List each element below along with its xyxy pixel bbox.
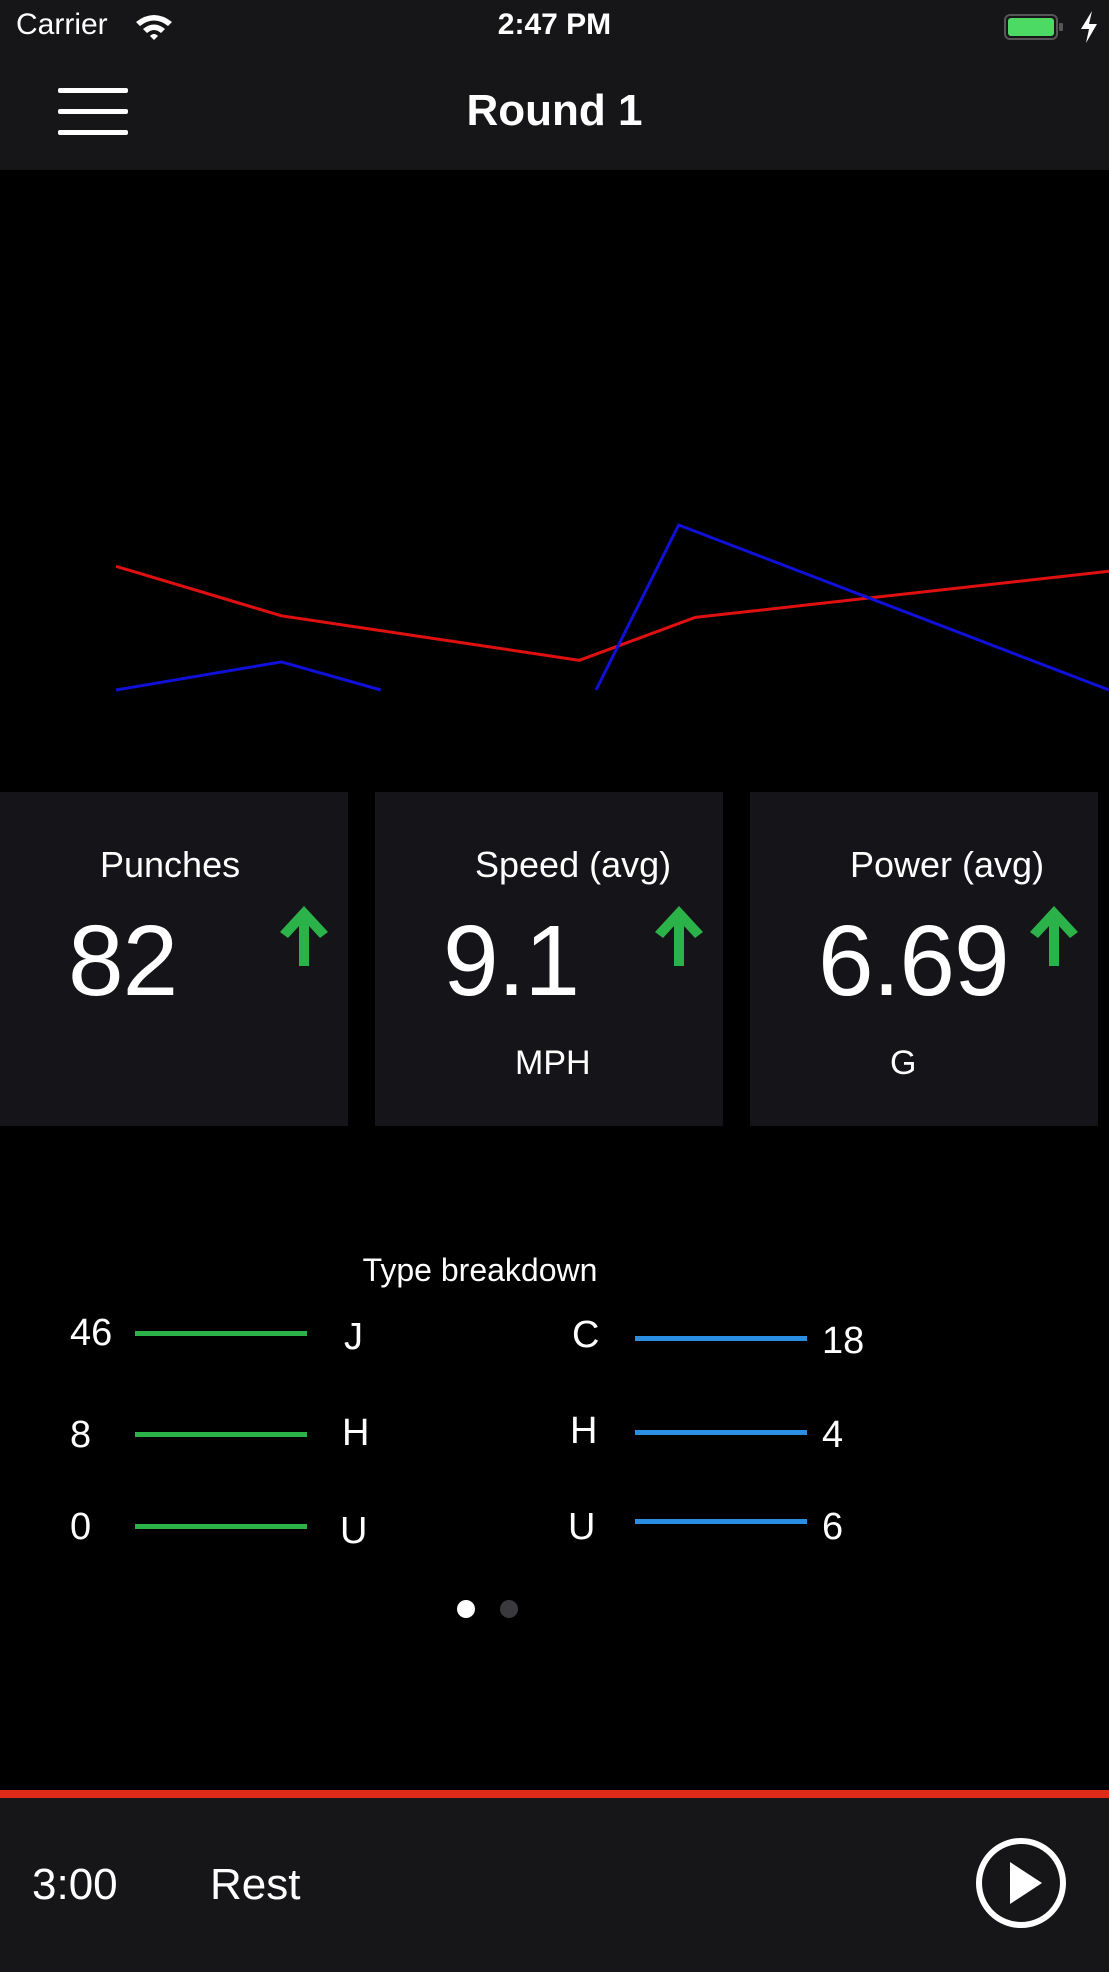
breakdown-right-label: H — [570, 1410, 598, 1452]
charging-bolt-icon — [1081, 11, 1097, 43]
line-chart — [115, 523, 1109, 692]
breakdown-right-count: 18 — [822, 1320, 865, 1362]
bottom-bar: 3:00 Rest — [0, 1798, 1109, 1972]
card-unit: MPH — [515, 1044, 591, 1082]
card-value: 9.1 — [443, 905, 580, 1017]
breakdown-right-bar — [635, 1336, 807, 1341]
timer-label: 3:00 — [32, 1860, 118, 1909]
breakdown-left-bar — [135, 1331, 307, 1336]
page-title: Round 1 — [466, 86, 643, 135]
breakdown-left-bar — [135, 1432, 307, 1437]
status-bar: Carrier 2:47 PM — [0, 0, 1109, 56]
card-unit: G — [890, 1044, 917, 1082]
breakdown-left-label: U — [340, 1510, 368, 1552]
page-dot-active[interactable] — [457, 1600, 475, 1618]
punches-card: Punches 82 — [0, 792, 348, 1126]
clock: 2:47 PM — [497, 8, 612, 41]
breakdown-right-count: 6 — [822, 1506, 844, 1548]
breakdown-title: Type breakdown — [362, 1252, 598, 1288]
breakdown-left-count: 0 — [70, 1506, 92, 1548]
arrow-up-icon — [655, 906, 703, 966]
page-dot[interactable] — [500, 1600, 518, 1618]
power-card: Power (avg) 6.69 G — [750, 792, 1098, 1126]
breakdown-right-label: U — [568, 1506, 596, 1548]
card-value: 6.69 — [818, 905, 1010, 1017]
arrow-up-icon — [1030, 906, 1078, 966]
breakdown-left-count: 46 — [70, 1312, 113, 1354]
breakdown-left-bar — [135, 1524, 307, 1529]
chart-series-blue-b — [594, 523, 1109, 692]
card-title: Punches — [100, 844, 241, 885]
breakdown-right-count: 4 — [822, 1414, 844, 1456]
card-title: Power (avg) — [850, 844, 1045, 885]
breakdown-left-label: J — [344, 1316, 363, 1358]
battery-icon — [1004, 14, 1063, 40]
chart-series-red — [115, 564, 1109, 662]
card-title: Speed (avg) — [475, 844, 672, 885]
nav-bar: Round 1 — [0, 56, 1109, 170]
rest-label[interactable]: Rest — [210, 1860, 300, 1910]
breakdown-right-label: C — [572, 1314, 600, 1356]
card-value: 82 — [68, 905, 178, 1017]
arrow-up-icon — [280, 906, 328, 966]
chart-series-blue-a — [115, 660, 382, 692]
play-icon[interactable] — [974, 1836, 1068, 1930]
breakdown-left-count: 8 — [70, 1414, 92, 1456]
breakdown-right-bar — [635, 1519, 807, 1524]
breakdown-right-bar — [635, 1430, 807, 1435]
speed-card: Speed (avg) 9.1 MPH — [375, 792, 723, 1126]
breakdown-left-label: H — [342, 1412, 370, 1454]
round-progress-line — [0, 1790, 1109, 1798]
